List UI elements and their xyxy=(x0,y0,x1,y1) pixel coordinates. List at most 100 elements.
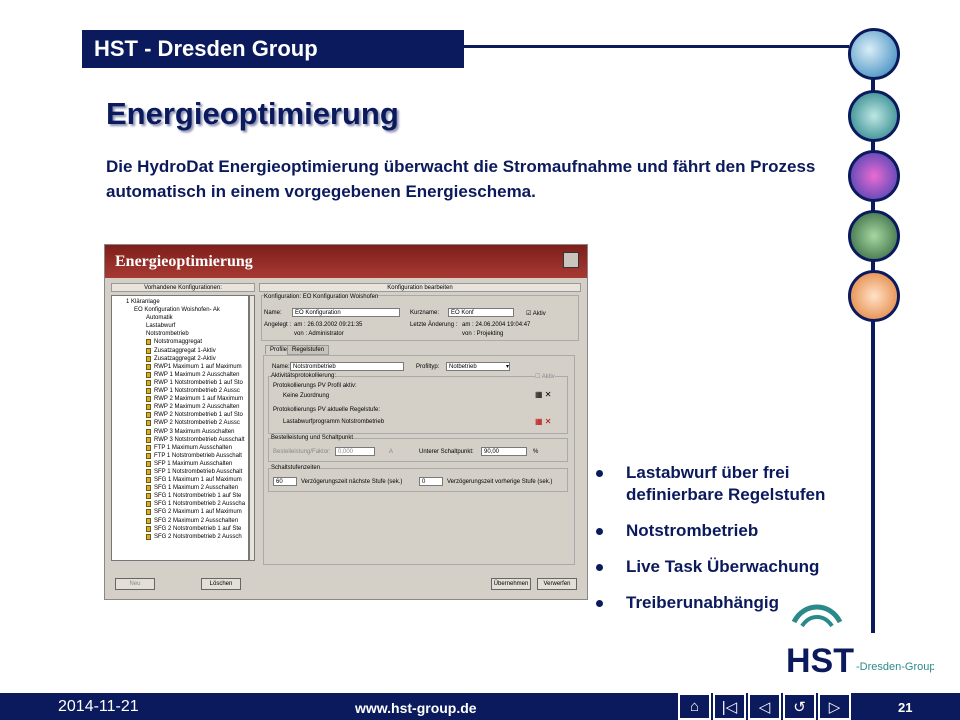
profile-icon xyxy=(146,428,151,435)
tree-item[interactable]: SFP 1 Notstrombetrieb Ausschalt xyxy=(112,468,248,476)
order-unit: A xyxy=(389,449,394,455)
discard-button[interactable]: Verwerfen xyxy=(537,578,577,590)
tree-item[interactable]: Automatik xyxy=(112,314,248,322)
tree-item[interactable]: SFG 1 Maximum 2 Ausschalten xyxy=(112,484,248,492)
profile-icon xyxy=(146,477,151,484)
name-label: Name: xyxy=(264,310,282,316)
created-label: Angelegt : xyxy=(264,322,292,328)
profile-icon xyxy=(146,533,151,540)
order-field[interactable]: 0,000 xyxy=(335,447,375,456)
tree-item[interactable]: SFG 2 Maximum 2 Ausschalten xyxy=(112,517,248,525)
tree-item[interactable]: RWP 3 Maximum Ausschalten xyxy=(112,428,248,436)
tree-item[interactable]: Notstromaggregat xyxy=(112,338,248,346)
profile-icon xyxy=(146,468,151,475)
return-icon[interactable]: ↺ xyxy=(783,693,816,720)
tree-item-label: EO Konfiguration Woishofen- Ak xyxy=(134,307,220,314)
tree-item[interactable]: RWP 1 Maximum 2 Ausschalten xyxy=(112,371,248,379)
short-name-field[interactable]: EO Konf xyxy=(448,308,514,317)
circuit-image-icon xyxy=(848,210,900,262)
profile-icon xyxy=(146,460,151,467)
hand-image-icon xyxy=(848,270,900,322)
profile-name-label: Name: xyxy=(272,364,290,370)
delete-button[interactable]: Löschen xyxy=(201,578,241,590)
tree-item-label: SFP 1 Notstrombetrieb Ausschalt xyxy=(154,468,243,475)
tree-item[interactable]: RWP1 Maximum 1 auf Maximum xyxy=(112,363,248,371)
tab-regelstufen[interactable]: Regelstufen xyxy=(287,345,330,355)
tree-item[interactable]: RWP 2 Notstrombetrieb 1 auf Sto xyxy=(112,411,248,419)
profile-icon xyxy=(146,509,151,516)
tree-item[interactable]: Lastabwurf xyxy=(112,322,248,330)
edit-stage-icon[interactable]: ▦ ✕ xyxy=(535,417,551,426)
lower-label: Unterer Schaltpunkt: xyxy=(419,449,474,455)
tree-item[interactable]: RWP 2 Maximum 1 auf Maximum xyxy=(112,395,248,403)
tree-item-label: RWP 3 Notstrombetrieb Ausschalt xyxy=(154,436,245,443)
tree-item[interactable]: SFG 1 Notstrombetrieb 1 auf Ste xyxy=(112,492,248,500)
tree-item[interactable]: FTP 1 Notstrombetrieb Ausschalt xyxy=(112,452,248,460)
config-tree[interactable]: 1 Kläranlage EO Konfiguration Woishofen- … xyxy=(111,295,249,561)
tree-item[interactable]: Zusatzaggregat 1-Aktiv xyxy=(112,347,248,355)
left-header: Vorhandene Konfigurationen: xyxy=(111,283,255,292)
tree-item[interactable]: RWP 1 Notstrombetrieb 1 auf Sto xyxy=(112,379,248,387)
profile-icon xyxy=(146,517,151,524)
order-group-label: Bestelleistung und Schaltpunkt xyxy=(271,435,354,441)
tree-item[interactable]: 1 Kläranlage xyxy=(112,298,248,306)
profile-icon xyxy=(146,436,151,443)
logo-text: HST xyxy=(786,642,854,678)
new-button[interactable]: Neu xyxy=(115,578,155,590)
lower-field[interactable]: 90,00 xyxy=(481,447,527,456)
tree-item[interactable]: SFG 1 Maximum 1 auf Maximum xyxy=(112,476,248,484)
edit-profile-icon[interactable]: ▦ ✕ xyxy=(535,390,551,399)
active-checkbox[interactable]: ☑ Aktiv xyxy=(526,310,546,317)
tree-item-label: RWP1 Maximum 1 auf Maximum xyxy=(154,363,242,370)
tree-item[interactable]: Notstrombetrieb xyxy=(112,330,248,338)
tree-item[interactable]: Zusatzaggregat 2-Aktiv xyxy=(112,355,248,363)
tree-item[interactable]: SFG 2 Maximum 1 auf Maximum xyxy=(112,508,248,516)
tree-item[interactable]: SFP 1 Maximum Ausschalten xyxy=(112,460,248,468)
changed-by: von : Projekting xyxy=(462,331,504,337)
activity-group: Aktivitätsprotokollierung: ☐ Aktiv Proto… xyxy=(268,373,568,434)
next-icon[interactable]: ▷ xyxy=(818,693,851,720)
tree-item[interactable]: RWP 3 Notstrombetrieb Ausschalt xyxy=(112,436,248,444)
profile-name-field[interactable]: Notstrombetrieb xyxy=(290,362,404,371)
slide-intro: Die HydroDat Energieoptimierung überwach… xyxy=(106,157,816,201)
first-page-icon[interactable]: |◁ xyxy=(713,693,746,720)
tree-scrollbar[interactable] xyxy=(249,295,255,561)
pv-stage-value: Lastabwurfprogramm Notstrombetrieb xyxy=(283,419,385,425)
list-item: Lastabwurf über frei definierbare Regels… xyxy=(596,462,876,506)
tree-item-label: Notstrombetrieb xyxy=(146,331,189,338)
previous-icon[interactable]: ◁ xyxy=(748,693,781,720)
tree-item-label: SFP 1 Maximum Ausschalten xyxy=(154,460,233,467)
tree-item[interactable]: RWP 1 Notstrombetrieb 2 Aussc xyxy=(112,387,248,395)
tree-item[interactable]: FTP 1 Maximum Ausschalten xyxy=(112,444,248,452)
profile-icon xyxy=(146,355,151,362)
delay-prev-stepper[interactable]: 0 xyxy=(419,477,443,486)
water-image-icon xyxy=(848,28,900,80)
footer-date: 2014-11-21 xyxy=(58,698,139,715)
list-item: Notstrombetrieb xyxy=(596,520,876,542)
changed-value: am : 24.06.2004 19:04:47 xyxy=(462,322,531,328)
tree-item[interactable]: SFG 2 Notstrombetrieb 1 auf Ste xyxy=(112,525,248,533)
calculator-icon[interactable] xyxy=(563,252,579,268)
tree-item-label: SFG 2 Maximum 2 Ausschalten xyxy=(154,517,239,524)
tree-item[interactable]: SFG 1 Notstrombetrieb 2 Ausscha xyxy=(112,500,248,508)
tree-item-label: SFG 2 Notstrombetrieb 1 auf Ste xyxy=(154,525,242,532)
tree-item[interactable]: RWP 2 Notstrombetrieb 2 Aussc xyxy=(112,419,248,427)
profile-type-value: Notbetrieb xyxy=(449,364,477,370)
profile-icon xyxy=(146,388,151,395)
lower-unit: % xyxy=(533,449,539,455)
footer-url[interactable]: www.hst-group.de xyxy=(355,700,477,716)
name-field[interactable]: EO Konfiguration xyxy=(292,308,400,317)
profile-icon xyxy=(146,420,151,427)
list-item: Live Task Überwachung xyxy=(596,556,876,578)
tree-item-label: FTP 1 Notstrombetrieb Ausschalt xyxy=(154,452,242,459)
tree-item[interactable]: SFG 2 Notstrombetrieb 2 Aussch xyxy=(112,533,248,541)
footer-bar: 2014-11-21 www.hst-group.de ⌂ |◁ ◁ ↺ ▷ 2… xyxy=(0,693,960,720)
home-icon[interactable]: ⌂ xyxy=(678,693,711,720)
tree-item[interactable]: EO Konfiguration Woishofen- Ak xyxy=(112,306,248,314)
short-label: Kurzname: xyxy=(410,310,440,316)
delay-next-stepper[interactable]: 60 xyxy=(273,477,297,486)
tree-item[interactable]: RWP 2 Maximum 2 Ausschalten xyxy=(112,403,248,411)
apply-button[interactable]: Übernehmen xyxy=(491,578,531,590)
profile-type-select[interactable]: Notbetrieb ▾ xyxy=(446,362,510,371)
activity-checkbox[interactable]: ☐ Aktiv xyxy=(535,373,555,380)
